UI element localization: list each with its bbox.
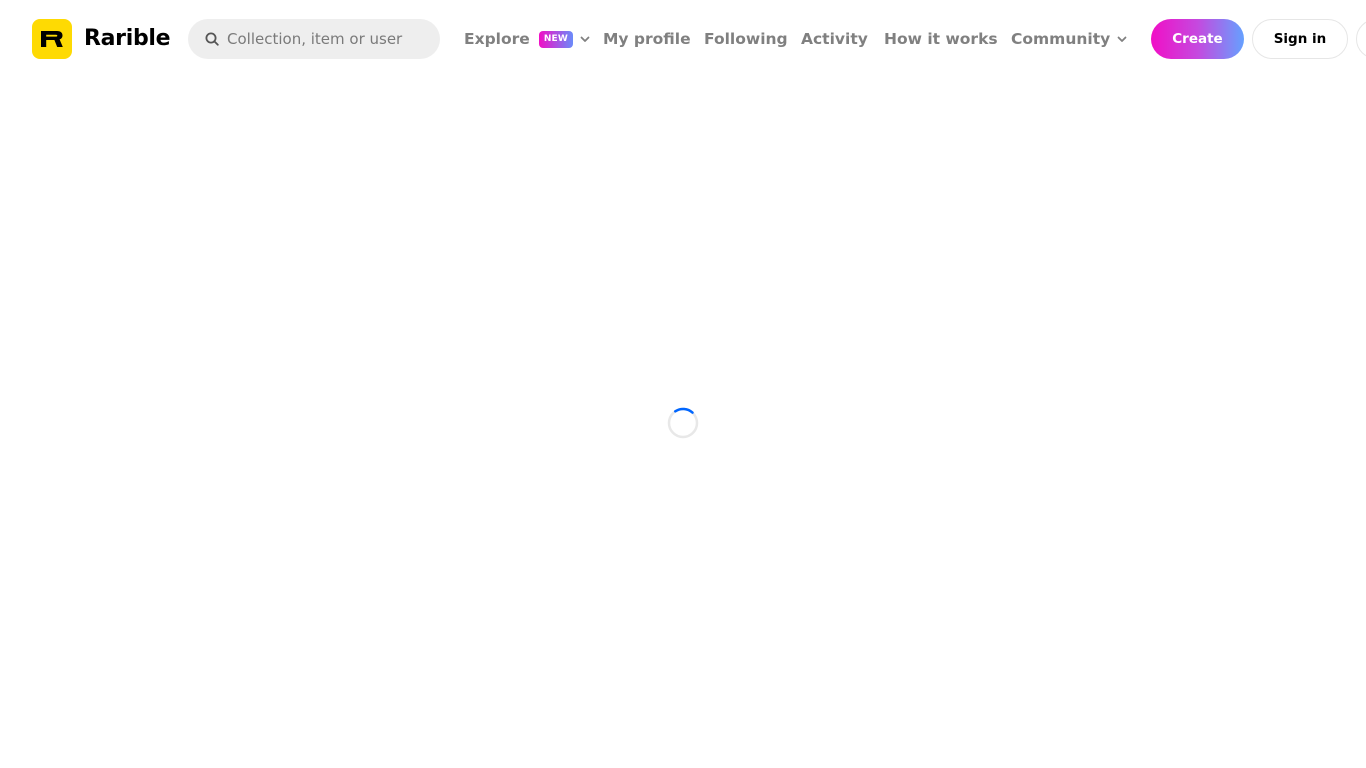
search-input[interactable] xyxy=(227,19,432,59)
more-options-button[interactable] xyxy=(1356,19,1366,59)
rarible-logo[interactable] xyxy=(32,19,72,59)
nav-community[interactable]: Community xyxy=(1011,28,1127,50)
chevron-down-icon xyxy=(1117,36,1127,42)
new-badge: NEW xyxy=(538,30,574,48)
search-bar[interactable] xyxy=(188,19,440,59)
rarible-r-icon xyxy=(41,31,63,47)
sign-in-button[interactable]: Sign in xyxy=(1252,19,1348,59)
loading-spinner-icon xyxy=(667,407,699,439)
search-icon xyxy=(205,32,219,46)
nav-explore[interactable]: Explore NEW xyxy=(464,28,590,50)
nav-following[interactable]: Following xyxy=(704,28,788,50)
brand-name[interactable]: Rarible xyxy=(84,24,171,54)
nav-how-it-works[interactable]: How it works xyxy=(884,28,998,50)
nav-my-profile[interactable]: My profile xyxy=(603,28,691,50)
top-navigation-bar: Rarible Explore NEW My profile Following… xyxy=(0,0,1366,78)
nav-explore-label: Explore xyxy=(464,30,530,48)
nav-community-label: Community xyxy=(1011,30,1111,48)
nav-activity[interactable]: Activity xyxy=(801,28,868,50)
create-button[interactable]: Create xyxy=(1151,19,1244,59)
chevron-down-icon xyxy=(580,36,590,42)
